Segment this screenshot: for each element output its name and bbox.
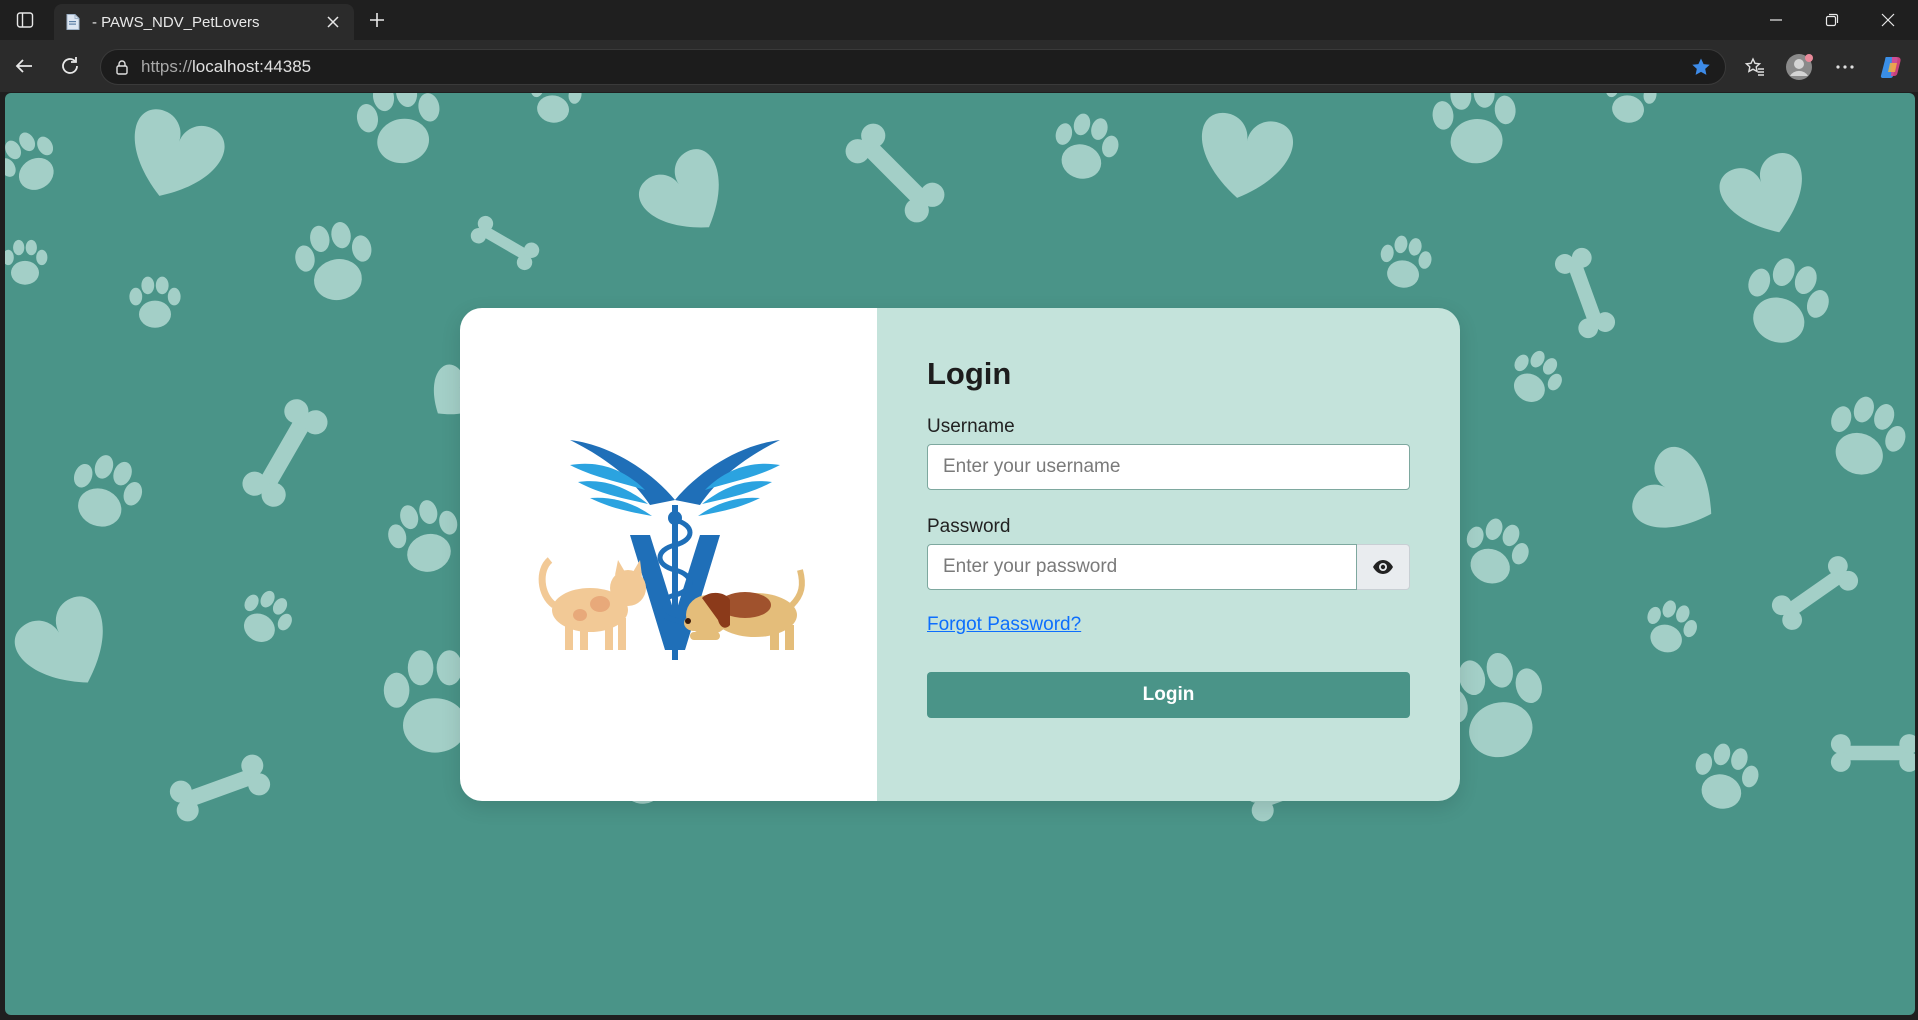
username-label: Username xyxy=(927,416,1015,437)
profile-icon xyxy=(1786,54,1813,80)
profile-button[interactable] xyxy=(1782,50,1816,84)
sidebar-toggle-icon xyxy=(16,12,34,28)
site-info-button[interactable] xyxy=(113,58,131,76)
login-heading: Login xyxy=(927,356,1012,391)
username-field: Username Enter your username xyxy=(927,416,1410,490)
file-icon xyxy=(66,14,80,30)
favorites-button[interactable] xyxy=(1738,50,1772,84)
minimize-icon xyxy=(1770,19,1782,21)
address-bar[interactable]: https://localhost:44385 xyxy=(100,49,1726,85)
browser-tab-active[interactable]: - PAWS_NDV_PetLovers xyxy=(54,4,354,40)
back-button[interactable] xyxy=(6,48,42,84)
logo-panel xyxy=(460,308,877,801)
more-button[interactable] xyxy=(1828,50,1862,84)
favorite-button[interactable] xyxy=(1689,55,1713,79)
restore-icon xyxy=(1825,13,1839,27)
username-placeholder: Enter your username xyxy=(943,456,1121,477)
password-input[interactable]: Enter your password xyxy=(927,544,1357,590)
veterinary-logo xyxy=(538,440,805,660)
password-label: Password xyxy=(927,516,1011,537)
username-input[interactable]: Enter your username xyxy=(927,444,1410,490)
url-text: https://localhost:44385 xyxy=(141,57,1689,77)
tab-close-button[interactable] xyxy=(322,11,344,33)
more-icon xyxy=(1836,65,1854,69)
forgot-password-link[interactable]: Forgot Password? xyxy=(927,614,1081,636)
reload-icon xyxy=(62,57,78,74)
back-icon xyxy=(15,59,32,73)
copilot-icon xyxy=(1880,57,1901,78)
page-viewport: Login Username Enter your username Passw… xyxy=(5,93,1915,1015)
restore-button[interactable] xyxy=(1804,0,1860,40)
password-field: Password Enter your password xyxy=(927,516,1410,590)
toggle-password-visibility-button[interactable] xyxy=(1357,544,1410,590)
favorites-icon xyxy=(1744,57,1764,76)
reload-button[interactable] xyxy=(52,48,88,84)
close-icon xyxy=(327,16,339,28)
close-icon xyxy=(1881,13,1895,27)
browser-toolbar: https://localhost:44385 xyxy=(0,40,1918,92)
login-button[interactable]: Login xyxy=(927,672,1410,718)
url-host: localhost:44385 xyxy=(192,57,312,76)
password-placeholder: Enter your password xyxy=(943,556,1118,577)
plus-icon xyxy=(370,13,384,27)
browser-tab-bar: - PAWS_NDV_PetLovers xyxy=(0,0,1918,40)
tab-title: - PAWS_NDV_PetLovers xyxy=(92,13,260,31)
new-tab-button[interactable] xyxy=(360,6,394,34)
minimize-button[interactable] xyxy=(1748,0,1804,40)
login-card: Login Username Enter your username Passw… xyxy=(460,308,1460,801)
password-row: Enter your password xyxy=(927,544,1410,590)
close-window-button[interactable] xyxy=(1860,0,1916,40)
login-form-panel: Login Username Enter your username Passw… xyxy=(877,308,1460,801)
url-protocol: https:// xyxy=(141,57,193,76)
lock-icon xyxy=(116,60,128,75)
copilot-button[interactable] xyxy=(1874,50,1908,84)
sidebar-toggle-button[interactable] xyxy=(8,6,42,34)
star-icon xyxy=(1692,58,1710,75)
eye-icon xyxy=(1373,560,1393,574)
